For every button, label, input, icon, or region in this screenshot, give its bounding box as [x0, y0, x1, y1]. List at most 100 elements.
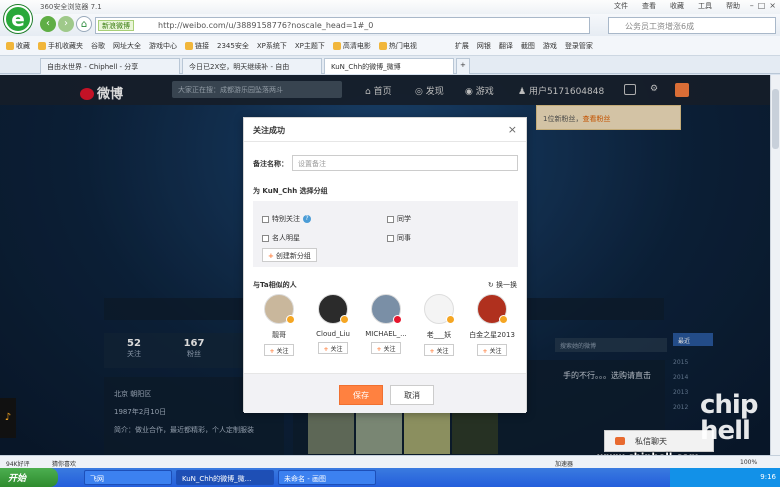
- status-recommend[interactable]: 猜你喜欢: [52, 459, 76, 468]
- taskbar-item-active[interactable]: KuN_Chh的微博_微...: [176, 470, 274, 485]
- create-group-button[interactable]: + 创建新分组: [262, 248, 317, 262]
- minimize-icon[interactable]: –: [750, 1, 754, 10]
- group-checkbox-classmate[interactable]: 同学: [387, 214, 411, 224]
- person-name[interactable]: 老___妖: [413, 330, 465, 340]
- person-name[interactable]: 白金之星2013: [466, 330, 518, 340]
- fav-item[interactable]: 游戏: [543, 41, 557, 51]
- start-button[interactable]: 开始: [0, 468, 58, 487]
- save-button[interactable]: 保存: [339, 385, 383, 405]
- music-note-icon[interactable]: ♪: [0, 398, 16, 438]
- close-window-icon[interactable]: ×: [769, 1, 776, 10]
- follow-success-dialog: 关注成功 × 备注名称： 设置备注 为 KuN_Chh 选择分组 特别关注? 同…: [243, 117, 527, 413]
- related-title: 与Ta相似的人: [253, 281, 297, 289]
- checkbox[interactable]: [387, 234, 394, 242]
- plus-icon: +: [376, 346, 382, 353]
- follow-button[interactable]: + 关注: [371, 342, 401, 354]
- plus-icon: +: [482, 348, 488, 355]
- back-icon[interactable]: ‹: [40, 16, 56, 32]
- avatar[interactable]: [371, 294, 402, 324]
- checkbox[interactable]: [262, 234, 269, 242]
- help-icon[interactable]: ?: [303, 215, 311, 223]
- fav-item[interactable]: XP主题下: [295, 41, 325, 51]
- fav-item[interactable]: 谷歌: [91, 41, 105, 51]
- fav-item[interactable]: 高清电影: [332, 41, 371, 51]
- follow-button[interactable]: + 关注: [264, 344, 294, 356]
- cancel-button[interactable]: 取消: [390, 385, 434, 405]
- suggested-person: 白金之星2013 + 关注: [466, 294, 518, 356]
- follow-button[interactable]: + 关注: [424, 344, 454, 356]
- fav-item[interactable]: 游戏中心: [149, 41, 177, 51]
- folder-icon: [38, 41, 46, 50]
- taskbar-item[interactable]: 未命名 - 画图: [278, 470, 376, 485]
- fav-item[interactable]: 登录管家: [565, 41, 593, 51]
- avatar[interactable]: [477, 294, 508, 324]
- folder-icon: [185, 41, 193, 50]
- browser-tab-active[interactable]: KuN_Chh的微博_微博: [324, 58, 454, 74]
- dialog-footer: 保存 取消: [244, 373, 526, 413]
- person-name[interactable]: Cloud_Liu: [307, 330, 359, 338]
- window-controls: – □ ×: [750, 1, 776, 10]
- status-accelerator[interactable]: 加速器: [555, 459, 573, 468]
- plus-icon: +: [269, 348, 275, 355]
- taskbar-item[interactable]: 飞网: [84, 470, 172, 485]
- plus-icon: +: [323, 346, 329, 353]
- dialog-header: 关注成功 ×: [244, 118, 526, 142]
- dialog-title: 关注成功: [253, 126, 285, 135]
- menu-tools[interactable]: 工具: [698, 1, 712, 11]
- maximize-icon[interactable]: □: [758, 1, 766, 10]
- follow-button[interactable]: + 关注: [318, 342, 348, 354]
- menu-bar: 文件 查看 收藏 工具 帮助: [614, 1, 740, 11]
- forward-icon[interactable]: ›: [58, 16, 74, 32]
- remark-input[interactable]: 设置备注: [292, 155, 518, 171]
- fav-item[interactable]: 网银: [477, 41, 491, 51]
- close-icon[interactable]: ×: [508, 123, 517, 136]
- favorites-bar: 收藏 手机收藏夹 谷歌 网址大全 游戏中心 链接 2345安全 XP系统下 XP…: [0, 36, 780, 56]
- fav-item[interactable]: 手机收藏夹: [38, 41, 83, 51]
- browser-titlebar: 360安全浏览器 7.1 文件 查看 收藏 工具 帮助 – □ ×: [0, 0, 780, 14]
- refresh-button[interactable]: ↻ 换一换: [488, 280, 517, 290]
- fav-item[interactable]: 截图: [521, 41, 535, 51]
- browser-tab[interactable]: 今日已2X空，明天继续补 - 自由: [182, 58, 322, 74]
- avatar[interactable]: [264, 294, 295, 324]
- clock[interactable]: 9:16: [760, 473, 776, 481]
- checkbox[interactable]: [262, 215, 269, 223]
- checkbox[interactable]: [387, 215, 394, 223]
- new-tab-icon[interactable]: +: [456, 58, 470, 74]
- scroll-thumb[interactable]: [772, 89, 779, 149]
- zoom-level[interactable]: 100%: [740, 459, 757, 466]
- group-checkbox-special[interactable]: 特别关注?: [262, 214, 311, 224]
- fav-item[interactable]: 热门电视: [378, 41, 417, 51]
- fav-item[interactable]: 扩展: [455, 41, 469, 51]
- fav-item[interactable]: 网址大全: [113, 41, 141, 51]
- avatar[interactable]: [424, 294, 455, 324]
- private-chat-button[interactable]: 私信聊天: [604, 430, 714, 452]
- group-checkbox-celebrity[interactable]: 名人明星: [262, 233, 300, 243]
- system-tray: 9:16: [670, 468, 780, 487]
- fav-item[interactable]: XP系统下: [257, 41, 287, 51]
- status-rating[interactable]: 94K好评: [6, 459, 30, 468]
- url-text[interactable]: http://weibo.com/u/3889158776?noscale_he…: [158, 21, 373, 30]
- person-name[interactable]: MICHAEL_...: [360, 330, 412, 338]
- person-name[interactable]: 靓哥: [253, 330, 305, 340]
- remark-label: 备注名称：: [253, 160, 288, 168]
- url-bar[interactable]: 新浪微博 http://weibo.com/u/3889158776?nosca…: [95, 17, 590, 34]
- fav-item[interactable]: 2345安全: [217, 41, 249, 51]
- follow-button[interactable]: + 关注: [477, 344, 507, 356]
- browser-tab[interactable]: 自由水世界 - Chiphell - 分享: [40, 58, 180, 74]
- avatar[interactable]: [318, 294, 349, 324]
- verified-badge-icon: [446, 315, 455, 324]
- fav-item[interactable]: 收藏: [6, 41, 30, 51]
- suggested-person: 老___妖 + 关注: [413, 294, 465, 356]
- fav-item[interactable]: 链接: [185, 41, 209, 51]
- browser-search-input[interactable]: 公务员工资增涨6成: [608, 17, 776, 34]
- suggested-person: 靓哥 + 关注: [253, 294, 305, 356]
- menu-file[interactable]: 文件: [614, 1, 628, 11]
- page-scrollbar[interactable]: [770, 75, 780, 455]
- menu-help[interactable]: 帮助: [726, 1, 740, 11]
- menu-view[interactable]: 查看: [642, 1, 656, 11]
- home-icon[interactable]: ⌂: [76, 16, 92, 32]
- fav-item[interactable]: 翻译: [499, 41, 513, 51]
- menu-favorites[interactable]: 收藏: [670, 1, 684, 11]
- group-checkbox-colleague[interactable]: 同事: [387, 233, 411, 243]
- chiphell-watermark-logo: chip hell: [700, 390, 758, 446]
